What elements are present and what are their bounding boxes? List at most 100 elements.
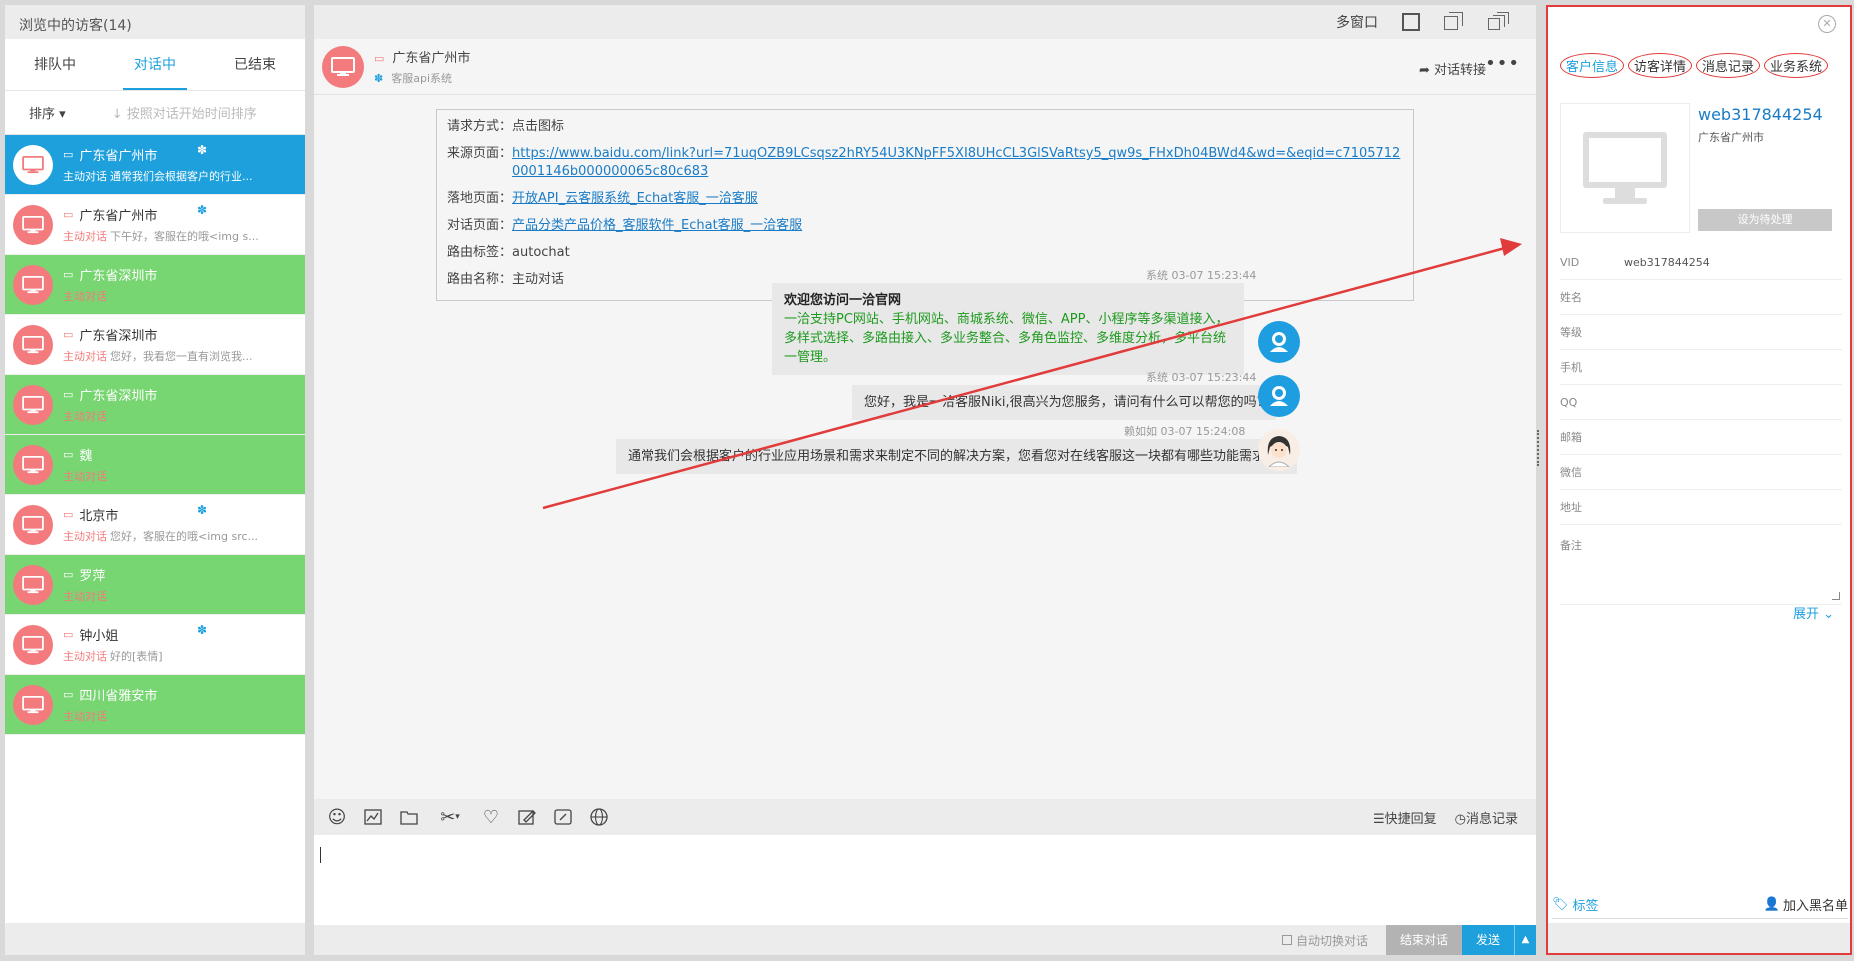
send-button[interactable]: 发送 [1461,925,1514,955]
customer-field[interactable]: VID web317844254 [1560,245,1842,280]
visitor-name: 北京市 [79,509,119,524]
info-value[interactable]: 开放API_云客服系统_Echat客服_一洽客服 [512,190,758,208]
visitor-item[interactable]: ▭ 北京市 主动对话 您好，客服在的哦<img src... ✽ [5,495,305,555]
baidu-paw-icon: ✽ [197,143,208,157]
monitor-icon [22,695,44,713]
agent-message: 通常我们会根据客户的行业应用场景和需求来制定不同的解决方案，您看您对在线客服这一… [616,439,1297,474]
customer-field[interactable]: 微信 [1560,455,1842,490]
end-chat-button[interactable]: 结束对话 [1385,925,1462,955]
customer-field[interactable]: 邮箱 [1560,420,1842,455]
heart-icon[interactable]: ♡ [480,806,502,828]
multi-window-button[interactable]: 多窗口 [1336,12,1378,32]
visitor-avatar [13,564,53,605]
welcome-title: 欢迎您访问一洽官网 [784,293,902,308]
tab-business-system[interactable]: 业务系统 [1764,53,1829,78]
visitor-item[interactable]: ▭ 广东省深圳市 主动对话 [5,255,305,315]
field-label: 地址 [1560,501,1582,514]
visitor-item[interactable]: ▭ 广东省广州市 主动对话 通常我们会根据客户的行业... ✽ [5,135,305,195]
visitor-avatar [13,144,53,185]
cascade-window-icon[interactable] [1488,12,1510,32]
visitor-name: 广东省广州市 [79,209,158,224]
customer-field[interactable]: 姓名 [1560,280,1842,315]
send-options-icon[interactable]: ▲ [1514,925,1536,955]
info-label: 落地页面： [447,191,513,206]
visitor-item[interactable]: ▭ 四川省雅安市 主动对话 [5,675,305,735]
baidu-paw-icon: ✽ [197,623,208,637]
more-icon[interactable]: ••• [1485,53,1520,74]
visitor-item[interactable]: ▭ 钟小姐 主动对话 好的[表情] ✽ [5,615,305,675]
blacklist-button[interactable]: 👤 加入黑名单 [1764,895,1848,914]
emoji-icon[interactable]: ☺ [326,806,348,828]
auto-switch-checkbox[interactable]: 自动切换对话 [1281,932,1368,949]
globe-icon[interactable] [588,806,610,828]
visitor-item[interactable]: ▭ 魏主动对话 [5,435,305,495]
transfer-button[interactable]: ➦ 对话转接 [1419,59,1486,78]
visitor-item[interactable]: ▭ 广东省深圳市 主动对话 [5,375,305,435]
visitor-panel-footer [5,923,305,955]
info-row: 路由标签： autochat [447,244,1403,262]
visitor-list: ▭ 广东省广州市主动对话 通常我们会根据客户的行业... ✽ ▭ 广东省广州市 主动对话 下午… [5,135,305,735]
message-log-button[interactable]: ◷消息记录 [1455,808,1518,827]
visitor-avatar [13,684,53,725]
message-input[interactable] [314,835,1536,925]
customer-field[interactable]: 等级 [1560,315,1842,350]
info-row: 请求方式： 点击图标 [447,118,1403,136]
tab-ended[interactable]: 已结束 [205,39,305,90]
close-icon[interactable]: ✕ [1818,15,1836,33]
field-label: 等级 [1560,326,1582,339]
screenshot-scissors-icon[interactable]: ✂ ▾ [434,806,466,828]
monitor-icon [22,215,44,233]
resize-handle-icon[interactable] [1832,592,1840,600]
sort-button[interactable]: 排序 ▾ [29,103,66,122]
monitor-icon [22,635,44,653]
pc-icon: ▭ [63,268,74,281]
visitor-avatar [322,45,364,88]
image-icon[interactable] [362,806,384,828]
tab-chatting[interactable]: 对话中 [105,39,205,90]
folder-icon[interactable] [398,806,420,828]
info-value[interactable]: https://www.baidu.com/link?url=71uqOZB9L… [512,145,1403,181]
single-window-icon[interactable] [1402,13,1420,31]
info-value[interactable]: 产品分类产品价格_客服软件_Echat客服_一洽客服 [512,217,802,235]
panel-splitter[interactable] [1537,430,1541,466]
info-row: 对话页面： 产品分类产品价格_客服软件_Echat客服_一洽客服 [447,217,1403,235]
customer-field[interactable]: 地址 [1560,490,1842,525]
bot-avatar [1258,375,1300,417]
monitor-icon [22,455,44,473]
customer-field[interactable]: QQ [1560,385,1842,420]
tab-queue[interactable]: 排队中 [5,39,105,90]
greeting-message: 您好，我是一洽客服Niki,很高兴为您服务，请问有什么可以帮您的吗? [852,385,1276,420]
visitor-item[interactable]: ▭ 广东省广州市 主动对话 下午好，客服在的哦<img s... ✽ [5,195,305,255]
visitor-status: 主动对话 [63,470,107,483]
tab-message-records[interactable]: 消息记录 [1696,53,1761,78]
visitor-status: 主动对话 [63,710,107,723]
info-value: autochat [512,245,570,260]
share-arrow-icon: ➦ [1418,63,1430,78]
chat-visitor-city: 广东省广州市 [392,51,471,66]
tab-visitor-detail[interactable]: 访客详情 [1628,53,1693,78]
visitor-item[interactable]: ▭ 广东省深圳市 主动对话 您好，我看您一直有浏览我... [5,315,305,375]
agent-face-icon [1267,436,1291,467]
visitor-last-message: 通常我们会根据客户的行业... [110,170,253,183]
visitor-name: 广东省深圳市 [79,329,158,344]
set-pending-button[interactable]: 设为待处理 [1698,209,1832,231]
monitor-icon [22,575,44,593]
restore-window-icon[interactable] [1444,12,1464,32]
visitor-item[interactable]: ▭ 罗萍 主动对话 [5,555,305,615]
tab-customer-info[interactable]: 客户信息 [1560,53,1625,78]
window-toolbar: 多窗口 [314,5,1536,39]
pc-icon: ▭ [374,52,385,65]
tag-button[interactable]: 🏷 标签 [1552,895,1599,914]
customer-tabs: 客户信息 访客详情 消息记录 业务系统 [1560,53,1829,78]
note-field[interactable]: 备注 [1560,525,1842,605]
customer-panel-footer [1548,923,1850,953]
visitor-avatar [13,624,53,665]
visitor-panel-title: 浏览中的访客(14) [5,5,305,39]
link-icon[interactable] [552,806,574,828]
edit-icon[interactable] [516,806,538,828]
field-value: web317844254 [1624,255,1710,269]
visitor-status: 主动对话 [63,530,107,543]
expand-button[interactable]: 展开 ⌄ [1793,603,1834,622]
customer-field[interactable]: 手机 [1560,350,1842,385]
quick-reply-button[interactable]: ☰快捷回复 [1373,808,1437,827]
